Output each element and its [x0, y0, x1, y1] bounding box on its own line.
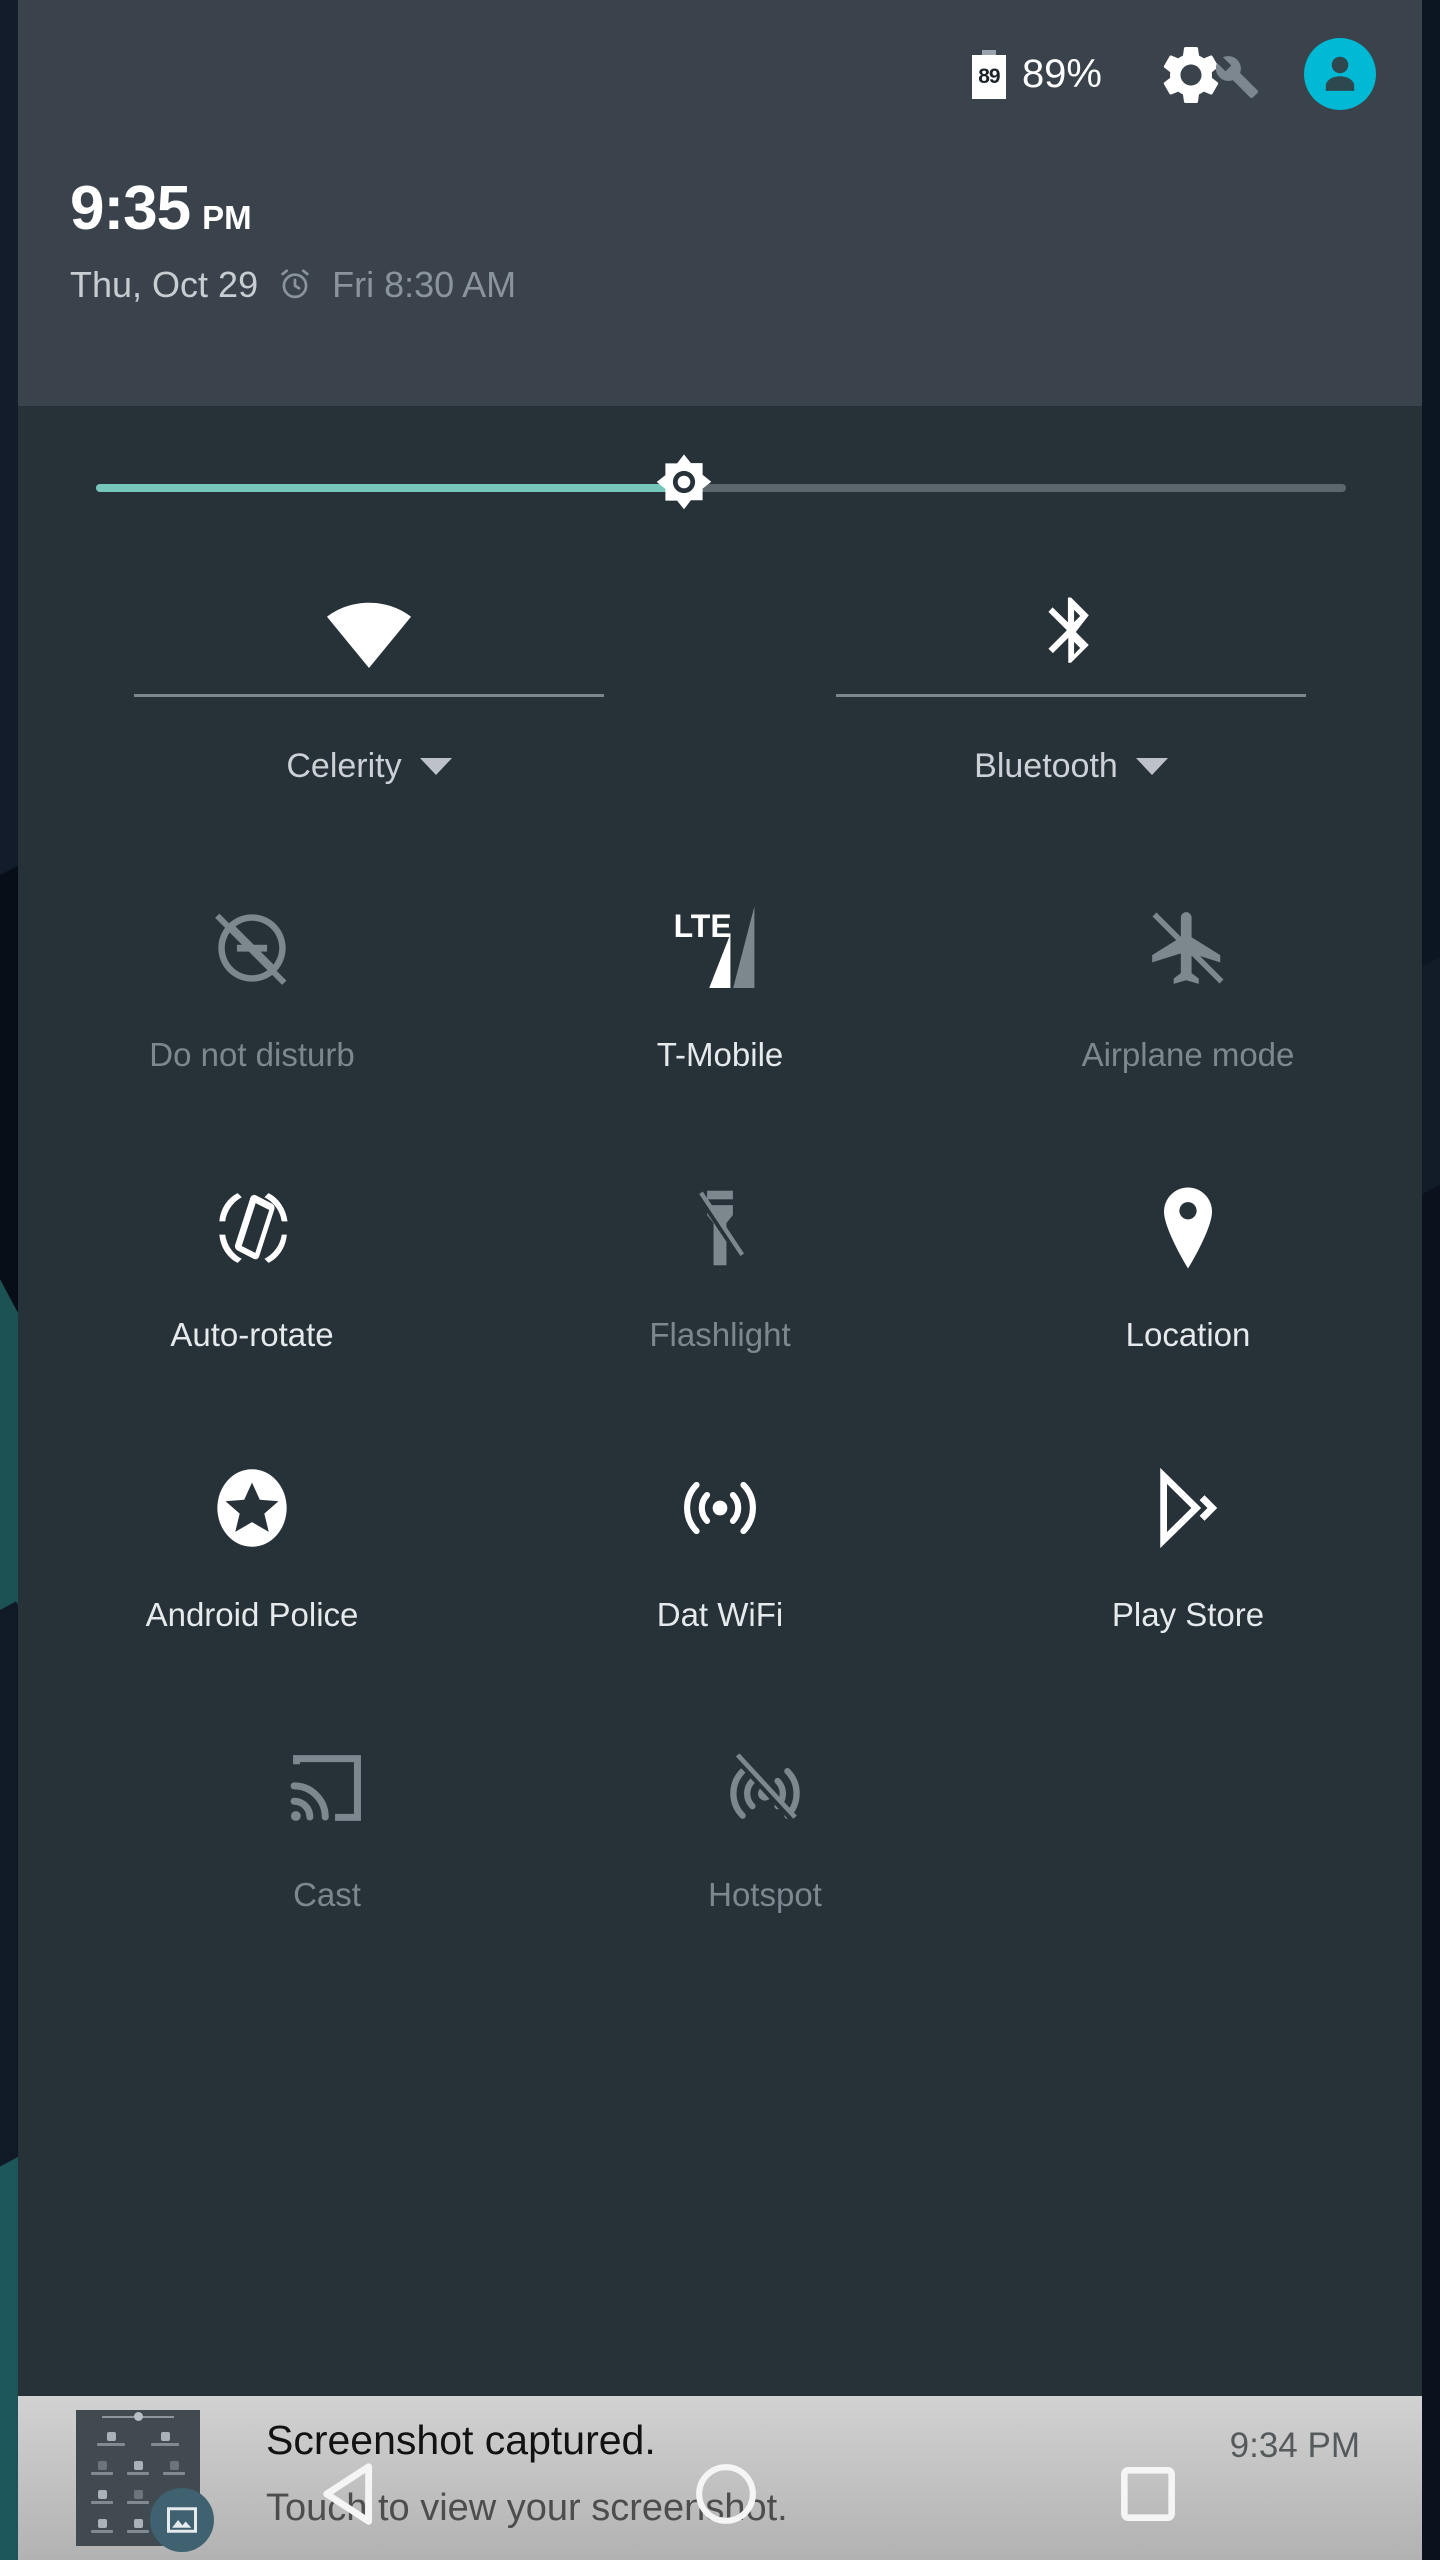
battery-status: 89 89%	[971, 49, 1102, 99]
alarm-label: Fri 8:30 AM	[332, 264, 517, 305]
wifi-label: Celerity	[286, 747, 402, 785]
broadcast-icon	[678, 1446, 762, 1570]
tile-divider	[134, 694, 604, 697]
clock-block[interactable]: 9:35 PM Thu, Oct 29 Fri 8:30 AM	[70, 178, 516, 304]
tile-label: Cast	[293, 1876, 361, 1913]
tile-android-police[interactable]: Android Police	[18, 1432, 486, 1712]
user-avatar-icon	[1325, 56, 1355, 91]
tile-hotspot[interactable]: Hotspot	[546, 1712, 984, 1992]
quick-settings-body: Celerity Bluetooth Do not disturb LTE T-…	[18, 406, 1422, 2420]
tile-auto-rotate[interactable]: Auto-rotate	[18, 1152, 486, 1432]
home-circle-icon	[696, 2464, 756, 2524]
dual-tile-row: Celerity Bluetooth	[18, 576, 1422, 846]
tile-mobile-network[interactable]: LTE T-Mobile	[486, 872, 954, 1152]
tile-wifi[interactable]: Celerity	[18, 576, 720, 846]
bluetooth-icon	[1030, 576, 1112, 688]
tile-label: Hotspot	[708, 1876, 822, 1913]
location-pin-icon	[1149, 1166, 1227, 1290]
tile-flashlight[interactable]: Flashlight	[486, 1152, 954, 1432]
chevron-down-icon[interactable]	[1135, 757, 1168, 775]
tile-label: T-Mobile	[656, 1036, 784, 1073]
tile-label: Play Store	[1111, 1596, 1265, 1633]
hotspot-off-icon	[723, 1726, 807, 1850]
back-button[interactable]	[306, 2446, 402, 2542]
clock-time: 9:35	[70, 174, 191, 243]
tile-do-not-disturb[interactable]: Do not disturb	[18, 872, 486, 1152]
bluetooth-label-row[interactable]: Bluetooth	[974, 749, 1168, 783]
tile-label: Android Police	[145, 1596, 359, 1633]
brightness-slider[interactable]	[96, 454, 1346, 510]
date-row: Thu, Oct 29 Fri 8:30 AM	[70, 266, 516, 304]
tile-label: Flashlight	[649, 1316, 791, 1353]
tile-row: Android Police Dat WiFi Play Store	[18, 1432, 1422, 1712]
tile-grid: Do not disturb LTE T-Mobile Airplane mod…	[18, 846, 1422, 1992]
battery-percent-label: 89%	[1021, 51, 1102, 96]
home-button[interactable]	[678, 2446, 774, 2542]
auto-rotate-icon	[208, 1166, 296, 1290]
wrench-icon	[1215, 56, 1259, 99]
status-bar-icons: 89 89%	[971, 38, 1376, 110]
wifi-icon	[321, 576, 417, 688]
bluetooth-label: Bluetooth	[974, 747, 1118, 785]
star-circle-icon	[211, 1446, 293, 1570]
lte-signal-icon: LTE	[672, 886, 768, 1010]
settings-button[interactable]	[1156, 38, 1268, 110]
wifi-label-row[interactable]: Celerity	[286, 747, 452, 785]
quick-settings-header: 89 89% 9:35 PM Thu, Oct 29 Fri 8:30 AM	[18, 0, 1422, 406]
tile-row: Cast Hotspot	[18, 1712, 1422, 1992]
do-not-disturb-icon	[209, 886, 295, 1010]
tile-cast[interactable]: Cast	[108, 1712, 546, 1992]
tile-dat-wifi[interactable]: Dat WiFi	[486, 1432, 954, 1712]
tile-label: Auto-rotate	[170, 1316, 334, 1353]
tile-divider	[836, 694, 1306, 697]
user-avatar[interactable]	[1304, 38, 1376, 110]
brightness-fill	[96, 484, 684, 492]
clock-ampm: PM	[202, 199, 252, 236]
tile-bluetooth[interactable]: Bluetooth	[720, 576, 1422, 846]
play-store-icon	[1148, 1446, 1228, 1570]
recents-button[interactable]	[1100, 2446, 1196, 2542]
clock-row: 9:35 PM	[70, 178, 516, 240]
alarm-clock-icon	[281, 269, 309, 299]
svg-text:LTE: LTE	[674, 908, 732, 944]
recents-square-icon	[1121, 2467, 1175, 2521]
tile-label: Do not disturb	[149, 1036, 355, 1073]
tile-location[interactable]: Location	[954, 1152, 1422, 1432]
tile-row: Auto-rotate Flashlight Location	[18, 1152, 1422, 1432]
tile-label: Dat WiFi	[656, 1596, 784, 1633]
airplane-mode-off-icon	[1145, 886, 1231, 1010]
battery-level-badge: 89	[978, 65, 1000, 88]
quick-settings-shade: 89 89% 9:35 PM Thu, Oct 29 Fri 8:30 AM C…	[18, 0, 1422, 2420]
navigation-bar	[18, 2438, 1422, 2560]
tile-row: Do not disturb LTE T-Mobile Airplane mod…	[18, 872, 1422, 1152]
tile-label: Airplane mode	[1081, 1036, 1295, 1073]
tile-play-store[interactable]: Play Store	[954, 1432, 1422, 1712]
battery-icon: 89	[971, 49, 1006, 99]
tile-label: Location	[1125, 1316, 1251, 1353]
brightness-thumb[interactable]	[648, 452, 720, 524]
back-triangle-icon	[323, 2463, 373, 2525]
brightness-sun-icon	[656, 454, 711, 510]
date-label: Thu, Oct 29	[70, 264, 259, 305]
flashlight-off-icon	[680, 1166, 760, 1290]
brightness-slider-row	[18, 406, 1422, 576]
chevron-down-icon[interactable]	[419, 757, 452, 775]
cast-icon	[285, 1726, 369, 1850]
tile-airplane-mode[interactable]: Airplane mode	[954, 872, 1422, 1152]
